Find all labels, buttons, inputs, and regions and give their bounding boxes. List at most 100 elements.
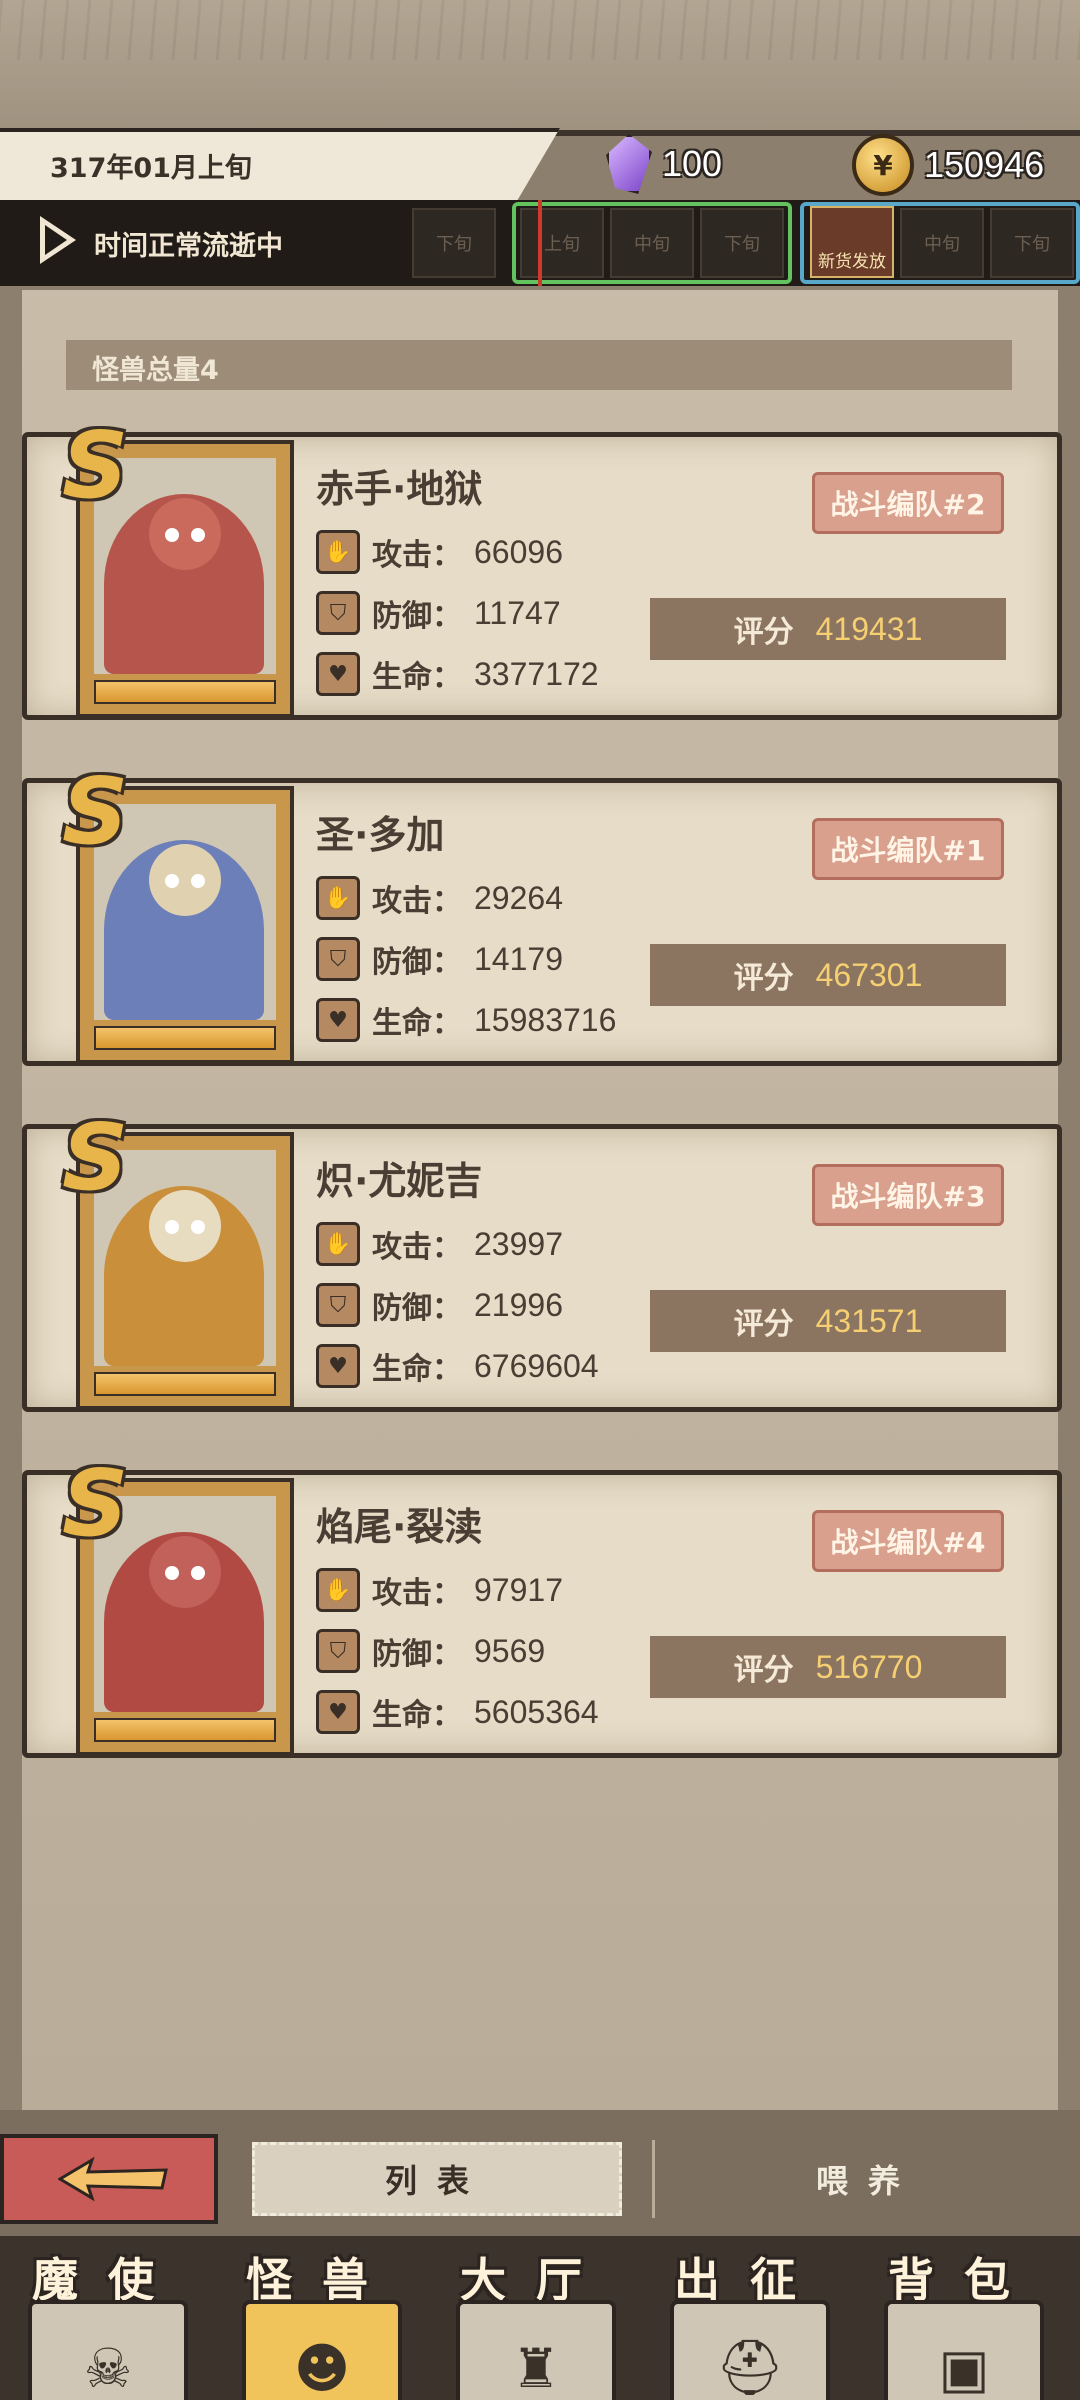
stat-hp: ♥ 生命： 3377172 [316,652,599,696]
hp-value: 6769604 [474,1347,599,1384]
stat-attack: ✋ 攻击： 97917 [316,1568,563,1612]
attack-value: 29264 [474,879,563,916]
nav-demon-envoy[interactable]: 魔使 ☠ [8,2244,208,2400]
shield-icon: ⛉ [316,591,360,635]
stat-defense: ⛉ 防御： 21996 [316,1283,563,1327]
crystal-icon [606,134,652,194]
stat-label: 防御： [372,1637,462,1672]
stat-defense: ⛉ 防御： 14179 [316,937,563,981]
team-badge[interactable]: 战斗编队#1 [812,818,1004,880]
monster-eye [191,528,205,542]
stat-label: 攻击： [372,538,462,573]
monster-figure [104,1186,264,1366]
shield-icon: ⛉ [316,937,360,981]
monster-figure [104,1532,264,1712]
gold-amount: 150946 [924,144,1045,185]
monster-level-bar [94,680,276,704]
rank-badge: S [62,1112,128,1212]
backpack-icon: ▣ [884,2300,1044,2400]
score-value: 419431 [815,610,923,647]
nav-expedition[interactable]: 出征 ⛑ [650,2244,850,2400]
paw-icon: ✋ [316,1222,360,1266]
stat-defense: ⛉ 防御： 9569 [316,1629,545,1673]
rank-badge: S [62,1458,128,1558]
stat-label: 攻击： [372,1230,462,1265]
score-label: 评分 [733,615,794,650]
top-frame-texture [0,0,1080,60]
score-value: 516770 [815,1648,923,1685]
event-cell-new-goods[interactable]: 新货发放 [810,206,894,278]
monster-face-icon: ☻ [242,2300,402,2400]
timeline-cell: 中旬 [900,208,984,278]
stat-label: 生命： [372,1698,462,1733]
attack-value: 23997 [474,1225,563,1262]
monster-name: 圣·多加 [316,813,445,857]
monster-card[interactable]: S 圣·多加 ✋ 攻击： 29264 ⛉ 防御： 14179 ♥ 生命： 159… [22,766,1062,1066]
score-label: 评分 [733,961,794,996]
monster-card[interactable]: S 赤手·地狱 ✋ 攻击： 66096 ⛉ 防御： 11747 ♥ 生命： 33… [22,420,1062,720]
nav-backpack[interactable]: 背包 ▣ [864,2244,1064,2400]
team-badge[interactable]: 战斗编队#4 [812,1510,1004,1572]
stat-hp: ♥ 生命： 5605364 [316,1690,599,1734]
defense-value: 11747 [474,594,561,631]
monster-eye [165,1566,179,1580]
timeline-cell: 下旬 [412,208,496,278]
stat-label: 生命： [372,660,462,695]
monster-eye [165,528,179,542]
team-badge[interactable]: 战斗编队#3 [812,1164,1004,1226]
timeline-cell: 中旬 [610,208,694,278]
monster-eye [191,1220,205,1234]
monster-head [149,498,221,570]
back-button[interactable] [0,2134,218,2224]
stat-label: 防御： [372,599,462,634]
score-box: 评分 431571 [650,1290,1006,1352]
monster-eye [165,874,179,888]
nav-hall[interactable]: 大厅 ♜ [436,2244,636,2400]
stat-attack: ✋ 攻击： 66096 [316,530,563,574]
crystal-counter[interactable]: 100 [606,134,722,194]
skull-icon: ☠ [28,2300,188,2400]
paw-icon: ✋ [316,1568,360,1612]
timeline-cell-current: 上旬 [520,208,604,278]
monster-head [149,1536,221,1608]
monster-card[interactable]: S 炽·尤妮吉 ✋ 攻击： 23997 ⛉ 防御： 21996 ♥ 生命： 67… [22,1112,1062,1412]
nav-monster[interactable]: 怪兽 ☻ [222,2244,422,2400]
tab-feed[interactable]: 喂养 [656,2142,1080,2216]
defense-value: 14179 [474,940,563,977]
score-box: 评分 467301 [650,944,1006,1006]
top-frame [0,0,1080,136]
monster-figure [104,840,264,1020]
rank-letter: S [62,412,129,519]
defense-value: 9569 [474,1632,546,1669]
play-icon[interactable] [40,216,76,264]
defense-value: 21996 [474,1286,563,1323]
tab-divider [652,2140,655,2218]
time-marker [538,200,542,286]
shield-icon: ⛉ [316,1629,360,1673]
rank-letter: S [62,1104,129,1211]
rank-letter: S [62,1450,129,1557]
stat-label: 生命： [372,1352,462,1387]
monster-name: 焰尾·裂渎 [316,1505,483,1549]
rank-badge: S [62,766,128,866]
team-badge[interactable]: 战斗编队#2 [812,472,1004,534]
monster-card[interactable]: S 焰尾·裂渎 ✋ 攻击： 97917 ⛉ 防御： 9569 ♥ 生命： 560… [22,1458,1062,1758]
monster-eye [191,1566,205,1580]
score-label: 评分 [733,1653,794,1688]
monster-name: 赤手·地狱 [316,467,483,511]
stat-attack: ✋ 攻击： 29264 [316,876,563,920]
monster-name: 炽·尤妮吉 [316,1159,483,1203]
date-banner: 317年01月上旬 [0,128,560,204]
hp-value: 3377172 [474,655,599,692]
monster-figure [104,494,264,674]
monster-level-bar [94,1372,276,1396]
beast-head-icon: ♜ [456,2300,616,2400]
stat-defense: ⛉ 防御： 11747 [316,591,561,635]
paw-icon: ✋ [316,876,360,920]
monster-head [149,1190,221,1262]
game-date: 317年01月上旬 [50,153,252,184]
gold-counter[interactable]: ¥ 150946 [852,134,1044,196]
tab-list[interactable]: 列表 [252,2142,622,2216]
stat-label: 防御： [372,1291,462,1326]
rank-badge: S [62,420,128,520]
